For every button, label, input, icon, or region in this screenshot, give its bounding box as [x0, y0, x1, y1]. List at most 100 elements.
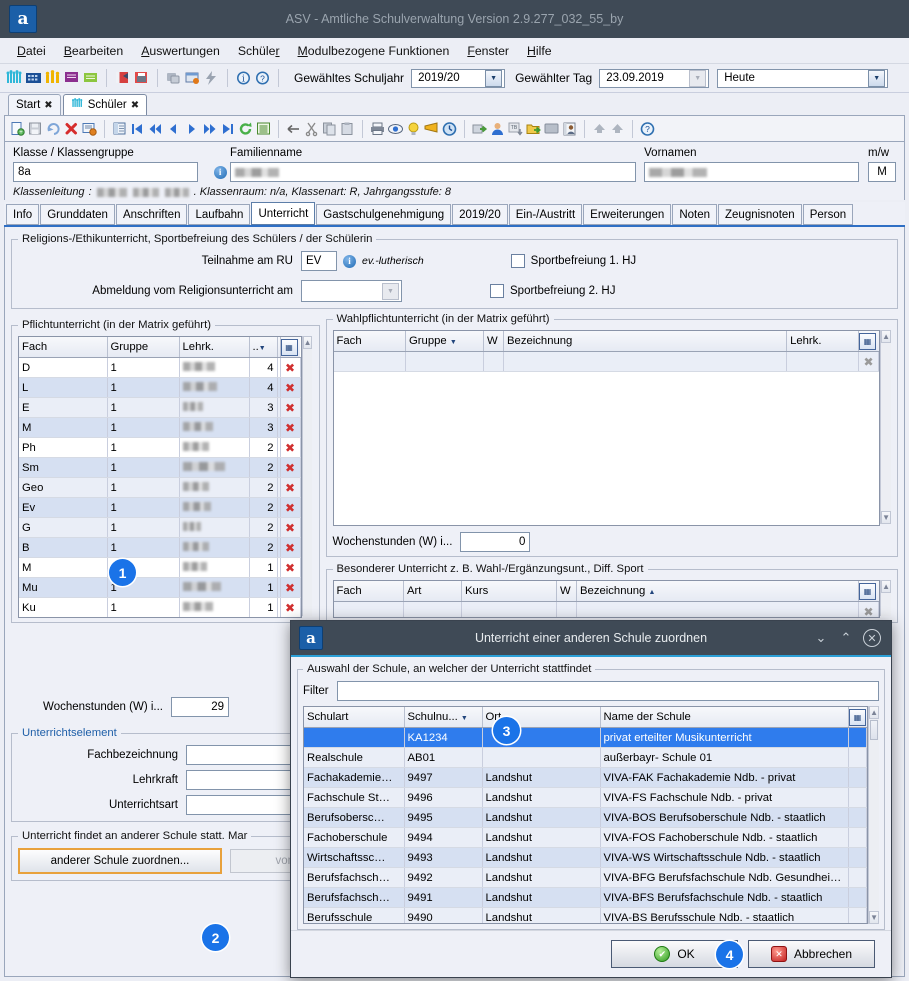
- table-row-empty[interactable]: ✖: [333, 351, 880, 372]
- wahlpflicht-grid[interactable]: Fach Gruppe ▼ W Bezeichnung Lehrk. ▦ ✖: [332, 330, 881, 526]
- besonderer-grid[interactable]: Fach Art Kurs W Bezeichnung ▲ ▦ ✖: [332, 580, 881, 618]
- students-icon[interactable]: [6, 70, 23, 86]
- close-icon[interactable]: ✖: [131, 100, 139, 111]
- tab-laufbahn[interactable]: Laufbahn: [188, 204, 251, 225]
- cut-icon[interactable]: [303, 121, 320, 137]
- pflicht-grid[interactable]: Fach Gruppe Lehrk. ..▼ Bezeichnung ▦ D14…: [18, 336, 302, 618]
- col-settings[interactable]: ▦: [858, 581, 879, 602]
- delete-row-icon[interactable]: ✖: [858, 601, 880, 617]
- today-combo[interactable]: Heute ▼: [717, 68, 889, 88]
- folder-export-icon[interactable]: [525, 121, 542, 137]
- copy-icon[interactable]: [321, 121, 338, 137]
- table-row[interactable]: Fachoberschule 9494 Landshut VIVA-FOS Facho…: [304, 827, 868, 848]
- tab-ein-austritt[interactable]: Ein-/Austritt: [508, 204, 583, 225]
- first-icon[interactable]: [129, 121, 146, 137]
- book-red-icon[interactable]: [114, 70, 131, 86]
- mw-input[interactable]: M: [868, 162, 896, 182]
- col-w[interactable]: W: [483, 331, 504, 352]
- col-kurs[interactable]: Kurs: [461, 581, 557, 602]
- col-schulnummer[interactable]: Schulnu... ▼: [404, 707, 483, 728]
- delete-row-icon[interactable]: ✖: [280, 497, 301, 518]
- tab-unterricht[interactable]: Unterricht: [251, 202, 316, 225]
- col-gruppe[interactable]: Gruppe ▼: [405, 331, 484, 352]
- sport2-checkbox[interactable]: [490, 284, 504, 298]
- preview-icon[interactable]: [387, 121, 404, 137]
- table-row[interactable]: Ev12Ev/r8/✖: [19, 497, 301, 518]
- day-combo[interactable]: 23.09.2019 ▼: [599, 68, 710, 88]
- clock-icon[interactable]: [441, 121, 458, 137]
- col-w[interactable]: ..▼: [249, 337, 278, 358]
- scroll-up-icon[interactable]: ▲: [881, 330, 891, 343]
- delete-row-icon[interactable]: ✖: [280, 417, 301, 438]
- delete-row-icon[interactable]: ✖: [280, 577, 301, 598]
- up-alt-icon[interactable]: [609, 121, 626, 137]
- table-row[interactable]: E13E_1/8a✖: [19, 397, 301, 418]
- close-icon[interactable]: ✖: [44, 100, 52, 111]
- new-record-icon[interactable]: +: [9, 121, 26, 137]
- tab-info[interactable]: Info: [6, 204, 40, 225]
- table-row[interactable]: Fachakademie… 9497 Landshut VIVA-FAK Fachak…: [304, 767, 868, 788]
- help-circle-icon[interactable]: ?: [639, 121, 656, 137]
- lightning-icon[interactable]: [203, 70, 220, 86]
- school-grid-scrollbar[interactable]: ▲ ▼: [868, 706, 879, 924]
- table-row[interactable]: Berufsfachsch… 9492 Landshut VIVA-BFG Beruf…: [304, 867, 868, 888]
- delete-row-icon[interactable]: ✖: [858, 351, 880, 372]
- delete-row-icon[interactable]: ✖: [280, 517, 301, 538]
- table-row[interactable]: Wirtschaftssc… 9493 Landshut VIVA-WS Wirtsc…: [304, 847, 868, 868]
- table-row[interactable]: Berufsfachsch… 9491 Landshut VIVA-BFS Beruf…: [304, 887, 868, 908]
- besonderer-scrollbar[interactable]: ▲: [880, 580, 891, 616]
- delete-row-icon[interactable]: ✖: [280, 618, 300, 619]
- table-row[interactable]: Ph12Ph_1/8a✖: [19, 437, 301, 458]
- sport1-checkbox[interactable]: [510, 254, 525, 268]
- reports-purple-icon[interactable]: [63, 70, 80, 86]
- delete-row-icon[interactable]: ✖: [280, 377, 301, 398]
- contact-icon[interactable]: [561, 121, 578, 137]
- tab-anschriften[interactable]: Anschriften: [115, 204, 188, 225]
- col-schulart[interactable]: Schulart: [304, 707, 405, 728]
- tab-2019-20[interactable]: 2019/20: [452, 204, 508, 225]
- menu-auswertungen[interactable]: Auswertungen: [132, 41, 229, 61]
- delete-row-icon[interactable]: ✖: [280, 477, 301, 498]
- table-row-selected[interactable]: Ins ✖: [19, 618, 300, 619]
- tab-person[interactable]: Person: [802, 204, 854, 225]
- pflicht-scrollbar[interactable]: ▲: [301, 336, 313, 616]
- grid-settings-icon[interactable]: ▦: [280, 338, 298, 356]
- close-icon[interactable]: ✕: [863, 629, 881, 647]
- info-icon[interactable]: i: [213, 165, 227, 179]
- scroll-thumb[interactable]: [870, 720, 878, 740]
- menu-fenster[interactable]: Fenster: [458, 41, 518, 61]
- printer-report-icon[interactable]: [133, 70, 150, 86]
- reports-green-icon[interactable]: [82, 70, 99, 86]
- tb-import-icon[interactable]: TB: [507, 121, 524, 137]
- col-settings[interactable]: ▦: [848, 707, 867, 728]
- info-icon[interactable]: i: [235, 70, 252, 86]
- print-icon[interactable]: [369, 121, 386, 137]
- save-icon[interactable]: [27, 121, 44, 137]
- delete-row-icon[interactable]: ✖: [280, 597, 301, 617]
- abmeldung-date-combo[interactable]: ▼: [301, 280, 402, 302]
- table-row[interactable]: L14L_1/8a✖: [19, 377, 301, 398]
- menu-datei[interactable]: Datei: [8, 41, 55, 61]
- menu-schueler[interactable]: Schüler: [229, 41, 289, 61]
- assign-other-school-button[interactable]: anderer Schule zuordnen...: [18, 848, 222, 874]
- delete-row-icon[interactable]: ✖: [280, 557, 301, 578]
- chevron-up-icon[interactable]: ⌃: [838, 630, 854, 646]
- window-tab-start[interactable]: Start ✖: [8, 94, 61, 115]
- scroll-up-icon[interactable]: ▲: [869, 706, 879, 719]
- grid-settings-icon[interactable]: ▦: [859, 332, 877, 350]
- window-tab-schueler[interactable]: Schüler ✖: [62, 94, 148, 115]
- prev-icon[interactable]: [165, 121, 182, 137]
- total-hours-input[interactable]: 29: [171, 697, 229, 717]
- col-bezeichnung[interactable]: Bezeichnung ▲: [576, 581, 860, 602]
- col-settings[interactable]: ▦: [858, 331, 879, 352]
- up-icon[interactable]: [591, 121, 608, 137]
- person-export-icon[interactable]: [489, 121, 506, 137]
- window-module-icon[interactable]: [184, 70, 201, 86]
- wahlpflicht-scrollbar[interactable]: ▲ ▼: [880, 330, 891, 524]
- help-icon[interactable]: ?: [254, 70, 271, 86]
- col-fach[interactable]: Fach: [19, 337, 108, 358]
- list-view-icon[interactable]: [255, 121, 272, 137]
- grid-settings-icon[interactable]: ▦: [859, 582, 877, 600]
- tab-gastschulgenehmigung[interactable]: Gastschulgenehmigung: [316, 204, 452, 225]
- school-year-combo[interactable]: 2019/20 ▼: [411, 68, 506, 88]
